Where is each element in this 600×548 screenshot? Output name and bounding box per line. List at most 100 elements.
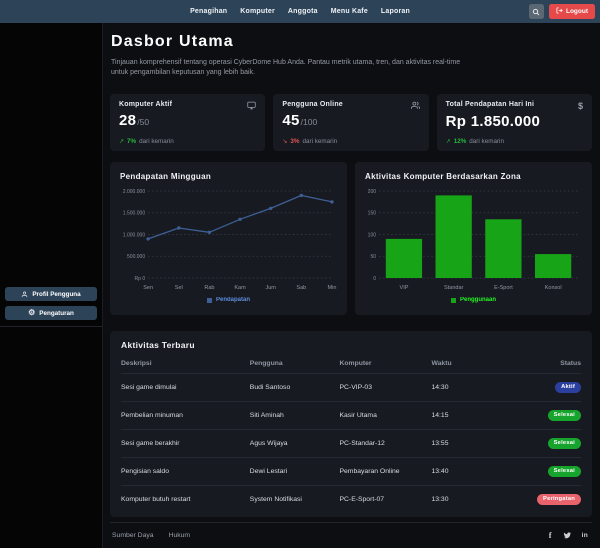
cell-deskripsi: Sesi game dimulai	[121, 374, 250, 402]
column-header-pengguna: Pengguna	[250, 358, 340, 374]
stat-trend: ↗7%dari kemarin	[119, 138, 174, 145]
cell-deskripsi: Pembelian minuman	[121, 402, 250, 430]
status-badge: Peringatan	[537, 494, 581, 505]
line-chart-legend: Pendapatan	[118, 297, 339, 303]
page-title: Dasbor Utama	[111, 33, 592, 51]
trend-down-arrow-icon: ↘	[282, 138, 287, 145]
table-row: Sesi game dimulaiBudi SantosoPC-VIP-0314…	[121, 374, 581, 402]
logout-label: Logout	[566, 8, 588, 15]
trend-up-arrow-icon: ↗	[446, 138, 451, 145]
stat-label: Pengguna Online	[282, 101, 343, 108]
bar-chart-svg: 050100150200VIPStandarE-SportKonsol	[363, 186, 584, 296]
stat-value-suffix: /100	[301, 117, 318, 127]
main-content: Dasbor Utama Tinjauan komprehensif tenta…	[103, 23, 600, 548]
status-badge: Selesai	[548, 466, 581, 477]
sidebar-item-label: Pengaturan	[39, 310, 74, 317]
svg-text:1.500.000: 1.500.000	[123, 211, 146, 217]
svg-text:E-Sport: E-Sport	[494, 285, 513, 291]
nav-item-komputer[interactable]: Komputer	[240, 8, 275, 15]
footer-link-sumber-daya[interactable]: Sumber Daya	[112, 532, 154, 539]
trend-up-arrow-icon: ↗	[119, 138, 124, 145]
user-icon	[21, 291, 28, 298]
svg-text:0: 0	[373, 276, 376, 282]
cell-deskripsi: Komputer butuh restart	[121, 486, 250, 514]
svg-text:Sab: Sab	[296, 285, 306, 291]
cell-pengguna: Agus Wijaya	[250, 430, 340, 458]
cell-pengguna: System Notifikasi	[250, 486, 340, 514]
status-badge: Selesai	[548, 410, 581, 421]
legend-swatch	[451, 298, 456, 303]
stat-value: Rp 1.850.000	[446, 113, 541, 130]
sidebar: Profil Pengguna ⚙ Pengaturan	[0, 23, 103, 548]
weekly-revenue-chart-card: Pendapatan Mingguan Rp 0500.0001.000.000…	[110, 162, 347, 315]
stat-trend: ↘3%dari kemarin	[282, 138, 337, 145]
status-badge: Selesai	[548, 438, 581, 449]
sidebar-divider	[0, 326, 102, 327]
stat-trend-text: dari kemarin	[139, 138, 174, 145]
cell-waktu: 13:55	[431, 430, 495, 458]
footer-link-hukum[interactable]: Hukum	[169, 532, 191, 539]
stat-card-header: Komputer Aktif	[119, 101, 256, 110]
svg-text:2.000.000: 2.000.000	[123, 189, 146, 195]
page-description: Tinjauan komprehensif tentang operasi Cy…	[111, 58, 467, 78]
nav-item-laporan[interactable]: Laporan	[381, 8, 410, 15]
svg-text:Konsol: Konsol	[545, 285, 562, 291]
table-row: Pembelian minumanSiti AminahKasir Utama1…	[121, 402, 581, 430]
search-button[interactable]	[529, 4, 544, 19]
stat-trend-text: dari kemarin	[469, 138, 504, 145]
column-header-komputer: Komputer	[339, 358, 431, 374]
sidebar-items: Profil Pengguna ⚙ Pengaturan	[0, 287, 102, 320]
sidebar-item-label: Profil Pengguna	[32, 291, 80, 298]
stat-trend-text: dari kemarin	[302, 138, 337, 145]
activity-table: DeskripsiPenggunaKomputerWaktuStatus Ses…	[121, 358, 581, 513]
logout-button[interactable]: Logout	[549, 4, 595, 19]
nav-item-menu-kafe[interactable]: Menu Kafe	[331, 8, 368, 15]
cell-waktu: 14:30	[431, 374, 495, 402]
stat-card-komputer-aktif: Komputer Aktif28/50↗7%dari kemarin	[110, 94, 265, 151]
svg-text:150: 150	[368, 211, 377, 217]
cell-komputer: PC-VIP-03	[339, 374, 431, 402]
svg-text:Rp 0: Rp 0	[135, 276, 146, 282]
cell-komputer: Pembayaran Online	[339, 458, 431, 486]
footer-links: Sumber Daya Hukum	[112, 532, 190, 539]
legend-swatch	[207, 298, 212, 303]
column-header-deskripsi: Deskripsi	[121, 358, 250, 374]
chart-title-zone-activity: Aktivitas Komputer Berdasarkan Zona	[365, 172, 584, 181]
nav-item-penagihan[interactable]: Penagihan	[190, 8, 227, 15]
table-title: Aktivitas Terbaru	[121, 340, 581, 350]
line-chart-svg: Rp 0500.0001.000.0001.500.0002.000.000Se…	[118, 186, 339, 296]
stat-label: Komputer Aktif	[119, 101, 172, 108]
svg-text:100: 100	[368, 233, 377, 239]
cell-deskripsi: Pengisian saldo	[121, 458, 250, 486]
stat-trend: ↗12%dari kemarin	[446, 138, 504, 145]
sidebar-item-pengaturan[interactable]: ⚙ Pengaturan	[5, 306, 97, 320]
recent-activity-card: Aktivitas Terbaru DeskripsiPenggunaKompu…	[110, 331, 592, 517]
cell-komputer: Kasir Utama	[339, 402, 431, 430]
bar-chart-legend: Penggunaan	[363, 297, 584, 303]
footer-social: f in	[549, 530, 588, 540]
zone-activity-chart-card: Aktivitas Komputer Berdasarkan Zona 0501…	[355, 162, 592, 315]
linkedin-icon[interactable]: in	[582, 532, 588, 539]
svg-text:Standar: Standar	[444, 285, 463, 291]
nav-links: Penagihan Komputer Anggota Menu Kafe Laporan	[190, 8, 410, 15]
svg-text:200: 200	[368, 189, 377, 195]
table-row: Komputer butuh restartSystem Notifikasi P…	[121, 486, 581, 514]
stat-value-row: Rp 1.850.000	[446, 113, 583, 130]
nav-item-anggota[interactable]: Anggota	[288, 8, 318, 15]
twitter-icon[interactable]	[563, 531, 571, 539]
table-header-row: DeskripsiPenggunaKomputerWaktuStatus	[121, 358, 581, 374]
table-row: Sesi game berakhirAgus WijayaPC-Standar-…	[121, 430, 581, 458]
stat-card-header: Pengguna Online	[282, 101, 419, 110]
cell-waktu: 13:30	[431, 486, 495, 514]
chart-title-weekly-revenue: Pendapatan Mingguan	[120, 172, 339, 181]
stats-row: Komputer Aktif28/50↗7%dari kemarin Penggu…	[110, 94, 592, 151]
cell-deskripsi: Sesi game berakhir	[121, 430, 250, 458]
svg-text:Min: Min	[328, 285, 337, 291]
svg-text:500.000: 500.000	[127, 254, 145, 260]
facebook-icon[interactable]: f	[549, 530, 552, 540]
footer: Sumber Daya Hukum f in	[110, 522, 592, 548]
stat-card-total-pendapatan-hari-ini: Total Pendapatan Hari Ini$Rp 1.850.000↗1…	[437, 94, 592, 151]
dollar-icon: $	[578, 101, 583, 111]
gear-icon: ⚙	[28, 309, 35, 317]
sidebar-item-profil-pengguna[interactable]: Profil Pengguna	[5, 287, 97, 301]
